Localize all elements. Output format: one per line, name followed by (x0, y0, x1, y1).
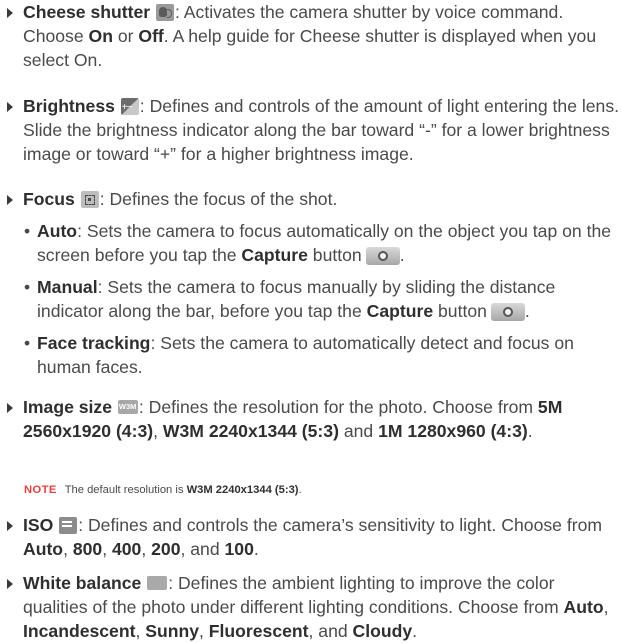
end-punct: . (253, 539, 259, 559)
option-incandescent: Incandescent (23, 621, 136, 641)
white-balance-icon (147, 576, 168, 590)
option-400: 400 (111, 539, 142, 559)
separator: , (63, 539, 73, 559)
option-auto: Auto (23, 539, 64, 559)
sub-title: Face tracking (37, 333, 151, 353)
option-on: On (88, 26, 113, 46)
sub-text: button (433, 301, 487, 321)
item-title: ISO (23, 515, 54, 535)
focus-icon (80, 191, 99, 208)
item-text: : Defines and controls the camera’s sens… (78, 515, 603, 535)
capture-label: Capture (241, 245, 308, 265)
bullet-triangle-icon (7, 521, 13, 531)
option-100: 100 (224, 539, 254, 559)
capture-button-icon (365, 247, 400, 265)
capture-button-icon (490, 303, 525, 321)
bullet-dot: • (24, 333, 31, 353)
image-size-icon (117, 400, 138, 414)
bullet-dot: • (24, 221, 31, 241)
item-text: : Defines the resolution for the photo. … (138, 397, 538, 417)
separator: , (135, 621, 146, 641)
option-cloudy: Cloudy (352, 621, 413, 641)
note-value: W3M 2240x1344 (5:3) (186, 484, 299, 496)
item-text: or (112, 26, 139, 46)
option-w3m: W3M 2240x1344 (5:3) (162, 421, 339, 441)
bullet-triangle-icon (7, 403, 13, 413)
end-punct: . (298, 484, 302, 496)
option-200: 200 (151, 539, 181, 559)
iso-icon (59, 517, 78, 534)
option-800: 800 (72, 539, 103, 559)
option-1m: 1M 1280x960 (4:3) (378, 421, 528, 441)
bullet-triangle-icon (7, 579, 13, 589)
brightness-icon (120, 96, 139, 120)
bullet-triangle-icon (7, 8, 13, 18)
end-punct: . (412, 621, 418, 641)
sub-title: Auto (37, 221, 78, 241)
separator: , (199, 621, 209, 641)
item-text: : Defines the focus of the shot. (99, 189, 338, 209)
note-label: NOTE (24, 484, 57, 496)
item-title: White balance (23, 573, 142, 593)
separator: , (141, 539, 152, 559)
bullet-triangle-icon (7, 195, 13, 205)
item-title: Brightness (23, 96, 115, 116)
bullet-triangle-icon (7, 102, 13, 112)
end-punct: . (527, 421, 533, 441)
manual-page: Cheese shutter : Activates the camera sh… (0, 0, 623, 641)
sub-title: Manual (37, 277, 98, 297)
separator: , (603, 597, 609, 617)
item-title: Image size (23, 397, 112, 417)
option-off: Off (138, 26, 164, 46)
bullet-dot: • (24, 277, 31, 297)
separator: , (153, 421, 163, 441)
note: NOTE The default resolution is W3M 2240x1… (24, 481, 302, 499)
sub-text: button (307, 245, 362, 265)
note-text: The default resolution is (64, 484, 187, 496)
separator: , and (308, 621, 353, 641)
capture-label: Capture (366, 301, 434, 321)
option-auto: Auto (563, 597, 604, 617)
item-title: Focus (23, 189, 75, 209)
separator: , and (180, 539, 225, 559)
option-fluorescent: Fluorescent (208, 621, 309, 641)
cheese-shutter-icon (156, 4, 174, 21)
separator: , (102, 539, 112, 559)
option-sunny: Sunny (145, 621, 199, 641)
separator: and (338, 421, 379, 441)
item-title: Cheese shutter (23, 2, 151, 22)
